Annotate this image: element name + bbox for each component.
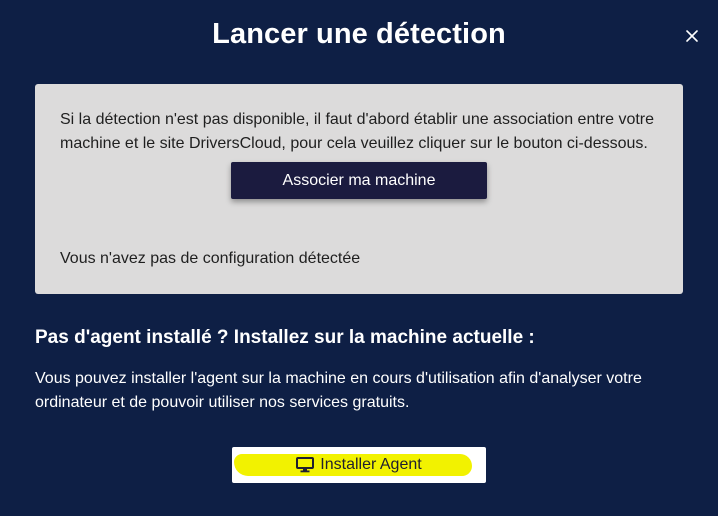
monitor-icon [296, 457, 315, 473]
close-icon[interactable] [684, 28, 700, 44]
install-agent-content[interactable]: Installer Agent [232, 447, 486, 483]
associate-machine-button[interactable]: Associer ma machine [231, 162, 487, 199]
install-agent-label: Installer Agent [320, 456, 422, 473]
close-button[interactable] [684, 28, 700, 44]
detection-dialog: Lancer une détection Si la détection n'e… [0, 0, 718, 516]
association-info-text: Si la détection n'est pas disponible, il… [60, 111, 655, 152]
agent-section-description: Vous pouvez installer l'agent sur la mac… [35, 370, 642, 411]
install-agent-button[interactable]: Installer Agent [232, 447, 486, 483]
no-config-text: Vous n'avez pas de configuration détecté… [60, 250, 361, 267]
dialog-title: Lancer une détection [212, 18, 506, 50]
agent-section-heading: Pas d'agent installé ? Installez sur la … [35, 327, 535, 348]
association-panel: Si la détection n'est pas disponible, il… [35, 84, 683, 294]
